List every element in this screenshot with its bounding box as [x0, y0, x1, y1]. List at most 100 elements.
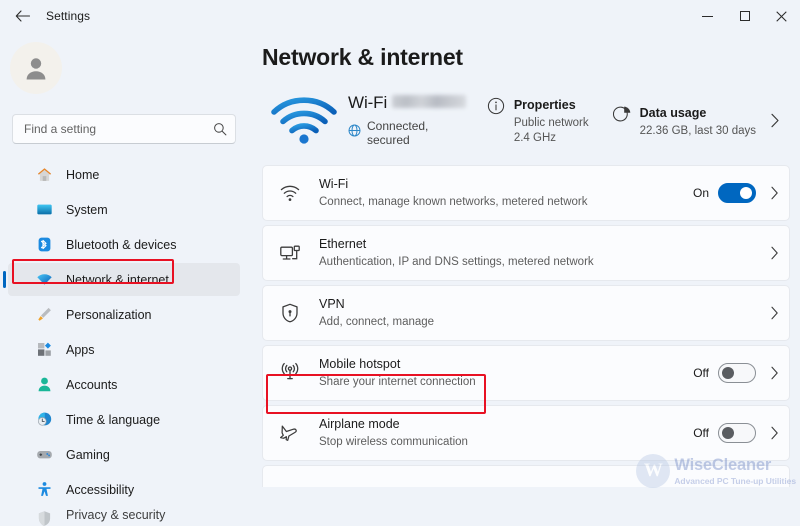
- sidebar-item-system[interactable]: System: [8, 193, 240, 226]
- setting-title: Mobile hotspot: [319, 356, 401, 371]
- setting-controls: [756, 246, 779, 260]
- globe-icon: [348, 124, 361, 142]
- setting-title: Wi-Fi: [319, 176, 349, 191]
- settings-window: Settings Find a setting Home System Blue…: [0, 0, 800, 526]
- page-title: Network & internet: [262, 44, 463, 70]
- setting-row-vpn[interactable]: VPN Add, connect, manage: [262, 285, 790, 341]
- wifi-signal-icon: [262, 95, 346, 145]
- toggle-state-label: On: [692, 186, 709, 200]
- network-icon: [34, 270, 54, 290]
- setting-title: VPN: [319, 296, 345, 311]
- properties-tile[interactable]: Properties Public network 2.4 GHz: [485, 96, 589, 144]
- properties-network-type: Public network: [513, 117, 589, 129]
- sidebar-item-home[interactable]: Home: [8, 158, 240, 191]
- network-name-redacted: [392, 95, 467, 108]
- sidebar-item-network-internet[interactable]: Network & internet: [3, 263, 240, 296]
- maximize-button[interactable]: [726, 0, 763, 32]
- sidebar-item-label: Personalization: [66, 307, 152, 322]
- search-box[interactable]: [12, 114, 236, 144]
- setting-row-partial[interactable]: [262, 465, 790, 487]
- brush-icon: [34, 305, 54, 325]
- properties-title: Properties: [513, 98, 576, 112]
- close-icon: [776, 10, 787, 22]
- setting-row-airplane-mode[interactable]: Airplane mode Stop wireless communicatio…: [262, 405, 790, 461]
- setting-row-mobile-hotspot[interactable]: Mobile hotspot Share your internet conne…: [262, 345, 790, 401]
- setting-subtitle: Connect, manage known networks, metered …: [319, 196, 588, 209]
- properties-band: 2.4 GHz: [513, 132, 557, 144]
- sidebar-item-privacy-security[interactable]: Privacy & security: [8, 508, 240, 526]
- network-name-prefix: Wi-Fi: [348, 93, 388, 112]
- airplane-mode-toggle[interactable]: [718, 423, 756, 443]
- toggle-state-label: Off: [693, 366, 709, 380]
- sidebar-item-bluetooth[interactable]: Bluetooth & devices: [8, 228, 240, 261]
- bluetooth-icon: [34, 235, 54, 255]
- setting-subtitle: Stop wireless communication: [319, 436, 468, 449]
- main-content: Network & internet Wi-Fi Connected, secu…: [248, 32, 800, 502]
- sidebar-item-accounts[interactable]: Accounts: [8, 368, 240, 401]
- setting-row-ethernet[interactable]: Ethernet Authentication, IP and DNS sett…: [262, 225, 790, 281]
- sidebar-item-label: Home: [66, 167, 100, 182]
- sidebar-item-apps[interactable]: Apps: [8, 333, 240, 366]
- sidebar-item-gaming[interactable]: Gaming: [8, 438, 240, 471]
- chevron-right-icon[interactable]: [770, 306, 779, 320]
- sidebar-item-label: Time & language: [66, 412, 161, 427]
- title-bar: Settings: [0, 0, 800, 32]
- window-controls: [689, 0, 800, 32]
- chevron-right-icon[interactable]: [770, 426, 779, 440]
- pie-chart-icon: [611, 104, 633, 123]
- shield-icon: [34, 508, 54, 526]
- sidebar-item-label: Network & internet: [66, 272, 169, 287]
- back-button[interactable]: [4, 0, 40, 32]
- maximize-icon: [739, 11, 750, 21]
- apps-icon: [34, 340, 54, 360]
- setting-subtitle: Add, connect, manage: [319, 316, 435, 329]
- window-title: Settings: [46, 9, 91, 23]
- chevron-right-icon[interactable]: [770, 186, 779, 200]
- wifi-toggle[interactable]: [718, 183, 756, 203]
- setting-title: Ethernet: [319, 236, 367, 251]
- system-icon: [34, 200, 54, 220]
- minimize-button[interactable]: [689, 0, 726, 32]
- data-usage-value: 22.36 GB, last 30 days: [639, 124, 756, 137]
- settings-card-list: Wi-Fi Connect, manage known networks, me…: [262, 165, 790, 487]
- data-usage-tile[interactable]: Data usage 22.36 GB, last 30 days: [611, 104, 756, 137]
- setting-subtitle: Authentication, IP and DNS settings, met…: [319, 256, 594, 269]
- avatar[interactable]: [10, 42, 62, 94]
- sidebar-nav: Home System Bluetooth & devices Network …: [0, 158, 248, 526]
- sidebar-item-label: Gaming: [66, 447, 110, 462]
- account-section[interactable]: [0, 36, 248, 94]
- sidebar-item-time-language[interactable]: Time & language: [8, 403, 240, 436]
- close-button[interactable]: [763, 0, 800, 32]
- setting-controls: Off: [693, 423, 779, 443]
- mobile-hotspot-toggle[interactable]: [718, 363, 756, 383]
- sidebar-item-label: Accounts: [66, 377, 118, 392]
- vpn-shield-icon: [277, 302, 303, 324]
- connection-status: Connected, secured: [367, 119, 429, 147]
- search-input[interactable]: [24, 122, 213, 136]
- sidebar-item-label: Privacy & security: [66, 508, 166, 522]
- wifi-icon: [277, 182, 303, 204]
- setting-subtitle: Share your internet connection: [319, 376, 476, 389]
- home-icon: [34, 165, 54, 185]
- setting-controls: [756, 306, 779, 320]
- sidebar-item-label: Bluetooth & devices: [66, 237, 177, 252]
- setting-row-wifi[interactable]: Wi-Fi Connect, manage known networks, me…: [262, 165, 790, 221]
- network-status-banner: Wi-Fi Connected, secured Properties Publ…: [262, 87, 790, 153]
- clock-globe-icon: [34, 410, 54, 430]
- back-arrow-icon: [15, 10, 30, 22]
- chevron-right-icon[interactable]: [770, 113, 780, 128]
- setting-controls: On: [693, 183, 779, 203]
- sidebar-item-label: Accessibility: [66, 482, 135, 497]
- hotspot-icon: [277, 362, 303, 384]
- data-usage-title: Data usage: [639, 105, 707, 120]
- chevron-right-icon[interactable]: [770, 366, 779, 380]
- setting-title: Airplane mode: [319, 416, 400, 431]
- toggle-state-label: Off: [693, 426, 709, 440]
- accessibility-icon: [34, 480, 54, 500]
- minimize-icon: [702, 15, 713, 17]
- ethernet-icon: [277, 242, 303, 264]
- sidebar: Home System: [0, 32, 248, 526]
- sidebar-item-accessibility[interactable]: Accessibility: [8, 473, 240, 506]
- sidebar-item-personalization[interactable]: Personalization: [8, 298, 240, 331]
- chevron-right-icon[interactable]: [770, 246, 779, 260]
